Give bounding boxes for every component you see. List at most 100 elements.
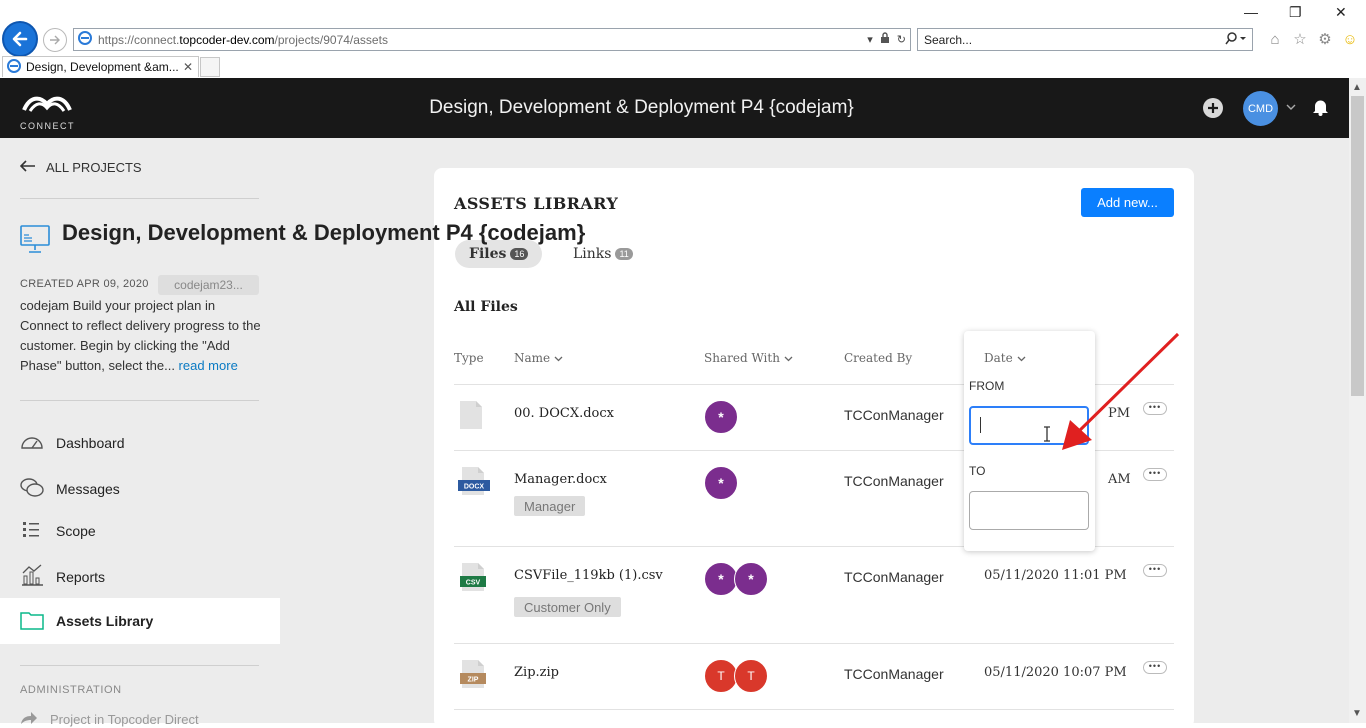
bell-icon[interactable] xyxy=(1312,98,1329,121)
new-tab-button[interactable] xyxy=(200,57,220,77)
sidebar-item-scope[interactable]: Scope xyxy=(20,521,96,540)
add-new-button[interactable]: Add new... xyxy=(1081,188,1174,217)
shared-avatar[interactable]: T xyxy=(734,659,768,693)
shared-avatar[interactable]: * xyxy=(734,562,768,596)
file-date: 05/11/2020 11:01 PM xyxy=(984,568,1127,583)
svg-text:ZIP: ZIP xyxy=(468,677,479,684)
all-projects-link[interactable]: ALL PROJECTS xyxy=(19,160,142,175)
file-date: 05/11/2020 10:07 PM xyxy=(984,665,1127,680)
sidebar-item-label: Scope xyxy=(56,522,96,539)
shared-avatar[interactable]: * xyxy=(704,400,738,434)
created-by: TCConManager xyxy=(844,473,944,489)
file-tag: Manager xyxy=(514,496,586,516)
topcoder-direct-link[interactable]: Project in Topcoder Direct xyxy=(20,711,199,728)
scope-icon xyxy=(20,521,44,540)
home-icon[interactable]: ⌂ xyxy=(1266,30,1284,48)
chevron-down-icon[interactable] xyxy=(1286,102,1296,113)
search-icon[interactable] xyxy=(1224,32,1246,48)
scroll-up-icon[interactable]: ▲ xyxy=(1352,82,1362,93)
settings-gear-icon[interactable]: ⚙ xyxy=(1316,30,1334,48)
column-type-label: Type xyxy=(454,351,484,365)
tab-links-label: Links xyxy=(573,246,612,262)
admin-link-label: Project in Topcoder Direct xyxy=(50,712,199,727)
svg-text:DOCX: DOCX xyxy=(464,484,485,491)
chevron-down-icon xyxy=(784,351,793,365)
reports-icon xyxy=(20,564,44,589)
sidebar-item-dashboard[interactable]: Dashboard xyxy=(20,432,125,453)
sidebar-item-label: Reports xyxy=(56,568,106,585)
browser-search-input[interactable]: Search... xyxy=(917,28,1253,51)
close-window-icon[interactable]: ✕ xyxy=(1335,4,1347,21)
shared-avatar[interactable]: T xyxy=(704,659,738,693)
file-name[interactable]: Manager.docx xyxy=(514,472,607,487)
project-description: codejam Build your project plan in Conne… xyxy=(20,296,263,376)
sidebar-item-reports[interactable]: Reports xyxy=(20,564,105,589)
sidebar-item-label: Assets Library xyxy=(56,613,154,629)
sidebar-item-label: Dashboard xyxy=(56,434,125,451)
forward-button[interactable] xyxy=(43,28,67,52)
more-options-button[interactable]: ••• xyxy=(1143,661,1167,674)
document-file-icon xyxy=(458,400,484,435)
file-name[interactable]: Zip.zip xyxy=(514,665,559,680)
ie-tab-icon xyxy=(7,58,21,76)
dashboard-icon xyxy=(20,432,44,453)
minimize-icon[interactable]: — xyxy=(1244,4,1258,20)
created-by: TCConManager xyxy=(844,407,944,423)
column-shared-with-sort[interactable]: Shared With xyxy=(704,351,793,365)
date-column-label: Date xyxy=(984,351,1013,365)
sidebar-item-assets-library[interactable]: Assets Library xyxy=(0,598,280,644)
scroll-down-icon[interactable]: ▼ xyxy=(1352,708,1362,719)
tab-files-label: Files xyxy=(469,246,507,262)
browser-tab[interactable]: Design, Development &am... ✕ xyxy=(2,56,199,77)
more-options-button[interactable]: ••• xyxy=(1143,468,1167,481)
read-more-link[interactable]: read more xyxy=(179,358,238,373)
docx-file-icon: DOCX xyxy=(458,466,490,501)
file-name[interactable]: 00. DOCX.docx xyxy=(514,406,614,421)
row-divider xyxy=(454,643,1174,644)
messages-icon xyxy=(20,476,44,501)
address-dropdown-icon[interactable]: ▾ xyxy=(867,33,873,46)
column-name-sort[interactable]: Name xyxy=(514,351,563,365)
all-projects-label: ALL PROJECTS xyxy=(46,160,142,175)
sidebar-divider xyxy=(20,198,259,199)
add-circle-icon[interactable] xyxy=(1203,98,1223,123)
page-scrollbar[interactable]: ▲ ▼ xyxy=(1349,78,1366,723)
tab-strip: Design, Development &am... ✕ xyxy=(0,56,1366,78)
zip-file-icon: ZIP xyxy=(458,659,490,694)
links-count-badge: 11 xyxy=(615,248,633,260)
all-files-heading: All Files xyxy=(454,299,518,315)
tab-close-icon[interactable]: ✕ xyxy=(183,60,193,74)
created-by: TCConManager xyxy=(844,569,944,585)
date-to-input[interactable] xyxy=(969,491,1089,530)
column-created-label: Created By xyxy=(844,351,913,365)
project-tag: codejam23... xyxy=(158,275,259,295)
smiley-feedback-icon[interactable]: ☺ xyxy=(1341,30,1359,48)
user-avatar[interactable]: CMD xyxy=(1243,91,1278,126)
back-button[interactable] xyxy=(2,21,38,57)
address-bar[interactable]: https://connect. topcoder-dev.com/project… xyxy=(73,28,911,51)
created-by: TCConManager xyxy=(844,666,944,682)
url-prefix: https://connect. xyxy=(98,32,180,47)
scrollbar-thumb[interactable] xyxy=(1351,96,1364,396)
column-name-label: Name xyxy=(514,351,551,365)
share-arrow-icon xyxy=(20,711,38,728)
administration-heading: ADMINISTRATION xyxy=(20,684,122,696)
sidebar-item-messages[interactable]: Messages xyxy=(20,476,120,501)
shared-avatar[interactable]: * xyxy=(704,466,738,500)
file-name[interactable]: CSVFile_119kb (1).csv xyxy=(514,568,663,583)
svg-text:CSV: CSV xyxy=(466,580,481,587)
ibeam-cursor-icon xyxy=(1043,426,1051,445)
more-options-button[interactable]: ••• xyxy=(1143,564,1167,577)
from-label: FROM xyxy=(969,379,1005,393)
restore-icon[interactable]: ❐ xyxy=(1289,4,1302,21)
file-tag: Customer Only xyxy=(514,597,621,617)
sidebar-item-label: Messages xyxy=(56,480,120,497)
shared-avatar[interactable]: * xyxy=(704,562,738,596)
app-header: CONNECT Design, Development & Deployment… xyxy=(0,78,1349,138)
text-caret xyxy=(980,417,981,433)
date-column-sort[interactable]: Date xyxy=(984,351,1026,365)
browser-toolbar: https://connect. topcoder-dev.com/project… xyxy=(0,0,1366,57)
favorites-star-icon[interactable]: ☆ xyxy=(1291,30,1309,48)
lock-icon[interactable] xyxy=(880,32,890,46)
refresh-icon[interactable]: ↻ xyxy=(897,33,906,46)
